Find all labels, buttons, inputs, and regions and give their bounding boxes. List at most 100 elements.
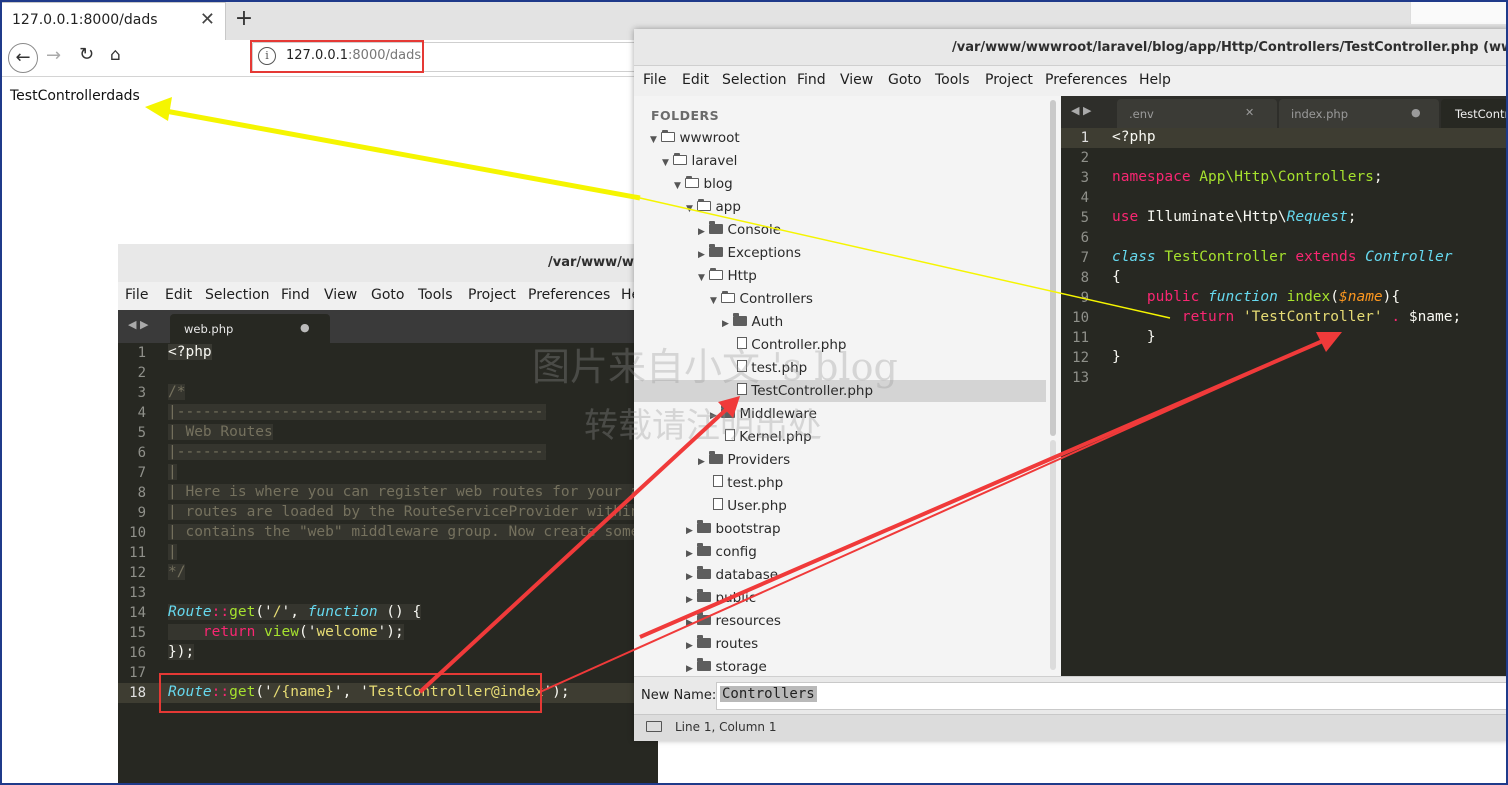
close-icon[interactable]: ✕ [1245, 106, 1254, 119]
menu-tools[interactable]: Tools [935, 72, 970, 88]
menu-goto[interactable]: Goto [371, 287, 404, 303]
back-button[interactable]: ← [8, 43, 38, 73]
tree-label: config [715, 544, 757, 560]
tab-web-php[interactable]: web.php ● [170, 314, 330, 343]
code-line: | routes are loaded by the RouteServiceP… [168, 504, 638, 520]
code-token: ', [281, 604, 308, 620]
line-number: 7 [137, 465, 146, 481]
code-token: get [229, 604, 256, 620]
new-name-input[interactable]: Controllers [716, 682, 1508, 710]
forward-button[interactable]: → [46, 45, 61, 66]
status-bar: Line 1, Column 1 [634, 714, 1508, 741]
home-button[interactable]: ⌂ [110, 45, 121, 65]
code-area[interactable]: 1 2 3 4 5 6 7 8 9 10 11 12 13 <?php name… [1061, 96, 1508, 676]
code-line: return view('welcome'); [168, 624, 404, 640]
code-token: (' [298, 624, 317, 640]
code-area[interactable]: 1 2 3 4 5 6 7 8 9 10 11 12 13 14 15 16 1… [118, 343, 658, 785]
tree-folder-public[interactable]: ▶ public [686, 589, 756, 606]
code-token: return [1112, 309, 1243, 325]
menu-bar: File Edit Selection Find View Goto Tools… [118, 282, 658, 310]
window-title: /var/www/w [548, 255, 634, 270]
tree-folder-bootstrap[interactable]: ▶ bootstrap [686, 520, 781, 537]
tree-label: Providers [727, 452, 791, 468]
tree-folder-database[interactable]: ▶ database [686, 566, 778, 583]
line-number: 1 [137, 345, 146, 361]
tree-folder-wwwroot[interactable]: ▼ wwwroot [650, 130, 740, 146]
url-highlight-box [250, 40, 424, 73]
tree-folder-resources[interactable]: ▶ resources [686, 612, 781, 629]
code-token: . [1382, 309, 1409, 325]
tree-file-test-php[interactable]: test.php [713, 475, 783, 491]
unsaved-dot-icon: ● [300, 321, 310, 334]
tree-folder-providers[interactable]: ▶ Providers [698, 451, 791, 468]
code-token: function [1208, 289, 1278, 305]
tree-folder-storage[interactable]: ▶ storage [686, 658, 767, 675]
tab-env[interactable]: .env ✕ [1117, 99, 1277, 128]
watermark: 图片来自小文 's blog [532, 345, 898, 389]
tab-index-php[interactable]: index.php ● [1279, 99, 1439, 128]
tree-folder-blog[interactable]: ▼ blog [674, 176, 733, 192]
line-number: 9 [1080, 290, 1089, 306]
tab-scroll-icon[interactable]: ◀ ▶ [1071, 104, 1091, 117]
tree-folder-routes[interactable]: ▶ routes [686, 635, 759, 652]
menu-goto[interactable]: Goto [888, 72, 921, 88]
code-token: Route [168, 604, 212, 620]
tree-folder-laravel[interactable]: ▼ laravel [662, 153, 737, 169]
menu-project[interactable]: Project [468, 287, 516, 303]
menu-tools[interactable]: Tools [418, 287, 453, 303]
menu-help[interactable]: Help [1139, 72, 1171, 88]
chevron-down-icon: ▼ [662, 158, 669, 168]
sidebar-scrollbar[interactable] [1050, 100, 1056, 436]
menu-project[interactable]: Project [985, 72, 1033, 88]
menu-find[interactable]: Find [281, 287, 310, 303]
tree-folder-app[interactable]: ▼ app [686, 199, 741, 215]
new-name-label: New Name: [641, 688, 717, 703]
tab-scroll-icon[interactable]: ◀ ▶ [128, 318, 148, 331]
tab-testcontroller[interactable]: TestContr [1441, 99, 1508, 128]
menu-selection[interactable]: Selection [722, 72, 787, 88]
tree-folder-http[interactable]: ▼ Http [698, 268, 757, 284]
tree-label: routes [715, 636, 759, 652]
code-line: <?php [1112, 129, 1156, 145]
menu-preferences[interactable]: Preferences [1045, 72, 1127, 88]
panel-toggle-icon[interactable] [646, 721, 662, 732]
folder-icon [697, 543, 712, 556]
code-line: | Here is where you can register web rou… [168, 484, 638, 500]
tab-label: TestContr [1455, 107, 1508, 121]
unsaved-dot-icon: ● [1411, 106, 1421, 119]
tree-folder-auth[interactable]: ▶ Auth [722, 313, 783, 330]
tree-label: User.php [727, 498, 787, 514]
tree-folder-exceptions[interactable]: ▶ Exceptions [698, 244, 801, 261]
line-number: 5 [137, 425, 146, 441]
code-line: */ [168, 564, 186, 580]
folders-heading: FOLDERS [651, 108, 720, 123]
tree-file-user-php[interactable]: User.php [713, 498, 787, 514]
menu-find[interactable]: Find [797, 72, 826, 88]
menu-edit[interactable]: Edit [682, 72, 709, 88]
menu-selection[interactable]: Selection [205, 287, 270, 303]
line-number: 6 [1080, 230, 1089, 246]
folder-icon [709, 244, 724, 257]
editor-tab-strip: ◀ ▶ .env ✕ index.php ● TestContr [1061, 96, 1508, 128]
close-icon[interactable]: ✕ [200, 9, 215, 30]
menu-view[interactable]: View [324, 287, 357, 303]
code-token: $name [1339, 289, 1383, 305]
folder-open-icon [661, 130, 676, 142]
line-number: 6 [137, 445, 146, 461]
browser-tab[interactable]: 127.0.0.1:8000/dads ✕ [1, 2, 226, 40]
tree-folder-controllers[interactable]: ▼ Controllers [710, 291, 813, 307]
menu-view[interactable]: View [840, 72, 873, 88]
reload-button[interactable]: ↻ [79, 44, 94, 65]
menu-file[interactable]: File [643, 72, 666, 88]
folder-open-icon [709, 268, 724, 280]
chevron-right-icon: ▶ [686, 618, 693, 628]
new-tab-button[interactable]: + [232, 6, 256, 32]
menu-edit[interactable]: Edit [165, 287, 192, 303]
tree-label: Exceptions [727, 245, 801, 261]
code-token: ( [1330, 289, 1339, 305]
tree-folder-console[interactable]: ▶ Console [698, 221, 781, 238]
menu-preferences[interactable]: Preferences [528, 287, 610, 303]
tree-folder-config[interactable]: ▶ config [686, 543, 757, 560]
menu-file[interactable]: File [125, 287, 148, 303]
line-number: 13 [129, 585, 146, 601]
